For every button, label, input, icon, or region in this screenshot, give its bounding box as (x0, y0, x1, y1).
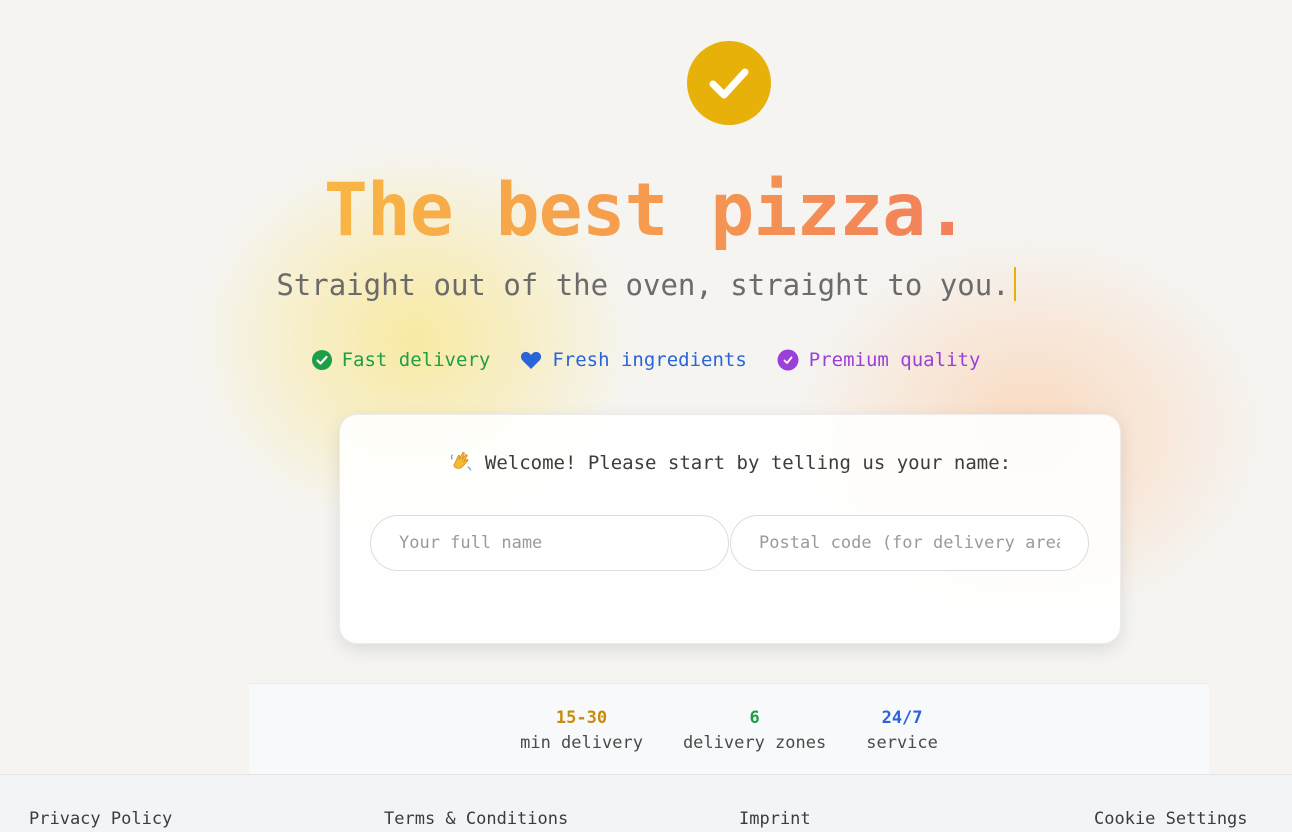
heart-icon (520, 350, 542, 370)
stat-label: delivery zones (682, 733, 827, 753)
typing-caret (1013, 267, 1016, 301)
footer: Privacy Policy Terms & Conditions Imprin… (0, 774, 1292, 832)
stat-value: 6 (749, 708, 760, 728)
stat-label: min delivery (520, 733, 643, 753)
feature-list: Fast delivery Fresh ingredients Premium … (0, 346, 1292, 374)
postal-code-input[interactable] (730, 515, 1089, 571)
stat-value: 24/7 (881, 708, 923, 728)
stat-delivery-time: 15-30 min delivery (520, 706, 643, 774)
feature-premium-quality: Premium quality (777, 346, 981, 374)
feature-label: Fresh ingredients (552, 349, 747, 371)
welcome-message: Welcome! Please start by telling us your… (340, 449, 1120, 481)
feature-fresh-ingredients: Fresh ingredients (520, 346, 747, 374)
badge-check-icon (777, 349, 799, 371)
stats-bar: 15-30 min delivery 6 delivery zones 24/7… (249, 683, 1209, 774)
subtitle-text: Straight out of the oven, straight to yo… (276, 268, 1010, 302)
page: The best pizza. Straight out of the oven… (0, 0, 1292, 832)
page-subtitle: Straight out of the oven, straight to yo… (0, 266, 1292, 304)
stat-service: 24/7 service (866, 706, 938, 774)
cookie-settings-link[interactable]: Cookie Settings (1094, 807, 1248, 831)
stat-value: 15-30 (555, 708, 608, 728)
name-entry-card: Welcome! Please start by telling us your… (339, 414, 1121, 644)
feature-fast-delivery: Fast delivery (311, 346, 491, 374)
feature-label: Fast delivery (341, 349, 491, 371)
checkmark-logo-icon (687, 41, 771, 125)
terms-link[interactable]: Terms & Conditions (384, 807, 568, 831)
feature-label: Premium quality (808, 349, 981, 371)
page-title: The best pizza. (0, 166, 1292, 256)
waving-hand-icon (449, 449, 473, 481)
full-name-input[interactable] (370, 515, 729, 571)
stat-label: service (866, 733, 938, 753)
stat-delivery-zones: 6 delivery zones (683, 706, 826, 774)
imprint-link[interactable]: Imprint (739, 807, 811, 831)
welcome-text: Welcome! Please start by telling us your… (484, 452, 1012, 474)
check-circle-icon (311, 350, 332, 370)
privacy-policy-link[interactable]: Privacy Policy (29, 807, 172, 831)
